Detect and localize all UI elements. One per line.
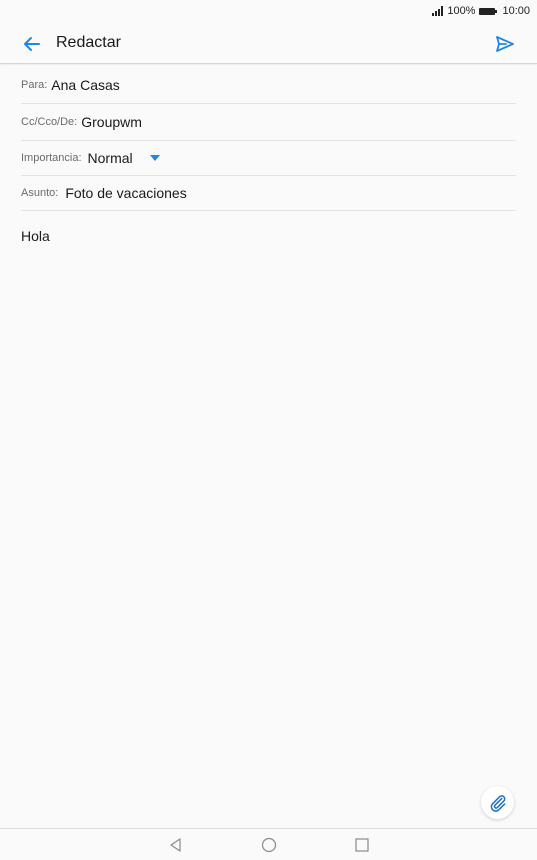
priority-value[interactable]: Normal: [88, 150, 133, 166]
dropdown-caret-icon[interactable]: [149, 155, 160, 161]
nav-back-button[interactable]: [168, 837, 184, 853]
signal-icon: [432, 6, 444, 16]
status-bar: 100% 10:00: [0, 0, 537, 22]
battery-icon: [479, 7, 498, 15]
send-button[interactable]: [493, 32, 517, 56]
to-field[interactable]: Para: Ana Casas: [21, 66, 516, 104]
priority-field[interactable]: Importancia: Normal: [21, 141, 516, 176]
subject-field[interactable]: Asunto: Foto de vacaciones: [21, 176, 516, 211]
page-title: Redactar: [56, 34, 121, 51]
subject-label: Asunto:: [21, 187, 59, 199]
nav-home-button[interactable]: [261, 837, 277, 853]
home-circle-icon: [261, 837, 277, 853]
to-value[interactable]: Ana Casas: [51, 77, 119, 93]
cc-field[interactable]: Cc/Cco/De: Groupwm: [21, 104, 516, 141]
subject-value[interactable]: Foto de vacaciones: [65, 185, 186, 201]
paperclip-icon: [490, 794, 505, 812]
nav-recents-button[interactable]: [354, 837, 370, 853]
app-bar: Redactar: [0, 22, 537, 64]
battery-percent: 100%: [447, 5, 476, 17]
to-label: Para:: [21, 78, 48, 91]
arrow-left-icon: [24, 37, 40, 51]
send-icon: [496, 36, 514, 52]
message-body[interactable]: Hola: [21, 228, 50, 244]
recents-square-icon: [355, 838, 369, 852]
back-triangle-icon: [170, 838, 181, 852]
back-button[interactable]: [20, 32, 44, 56]
cc-value[interactable]: Groupwm: [81, 114, 142, 130]
priority-label: Importancia:: [21, 152, 82, 164]
attach-button[interactable]: [481, 786, 514, 819]
navigation-bar: [0, 828, 537, 860]
cc-label: Cc/Cco/De:: [21, 116, 78, 128]
clock: 10:00: [502, 5, 530, 17]
